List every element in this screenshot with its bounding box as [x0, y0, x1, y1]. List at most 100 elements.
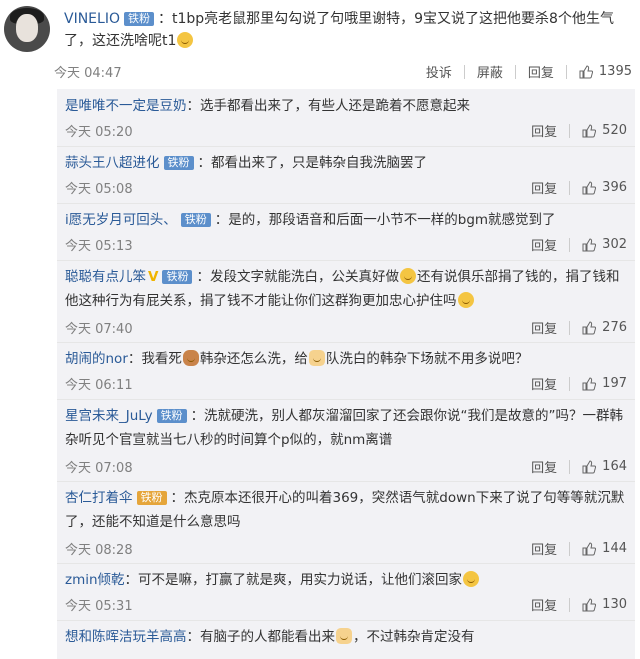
- reply-body: ：我看死: [127, 351, 182, 367]
- divider: [565, 64, 567, 79]
- reply-text: 想和陈晖洁玩羊高高：有脑子的人都能看出来 ，不过韩杂肯定没有: [65, 625, 627, 649]
- smile-emoji-icon: [177, 32, 194, 48]
- timestamp: 今天 08:28: [65, 543, 133, 558]
- like-count: 144: [602, 541, 627, 556]
- reply-body-cont: ，不过韩杂肯定没有: [353, 629, 475, 645]
- thumbs-up-icon[interactable]: [582, 459, 597, 474]
- thumbs-up-icon[interactable]: [582, 123, 597, 138]
- reply-button[interactable]: 回复: [531, 539, 557, 558]
- divider: [569, 541, 571, 556]
- divider: [569, 237, 571, 252]
- reply-actions: 回复 164: [531, 457, 627, 476]
- reply-meta: 今天 05:08 回复 396: [65, 178, 627, 198]
- fan-badge: 铁粉: [163, 156, 194, 170]
- username-link[interactable]: 星宫未来_JuLy: [65, 408, 153, 424]
- username-link[interactable]: i愿无岁月可回头、: [65, 212, 177, 228]
- reply-item: i愿无岁月可回头、 铁粉 ：是的，那段语音和后面一小节不一样的bgm就感觉到了 今天…: [57, 203, 635, 261]
- cat-emoji-icon: [308, 350, 325, 366]
- avatar-face: [16, 14, 38, 42]
- thumbs-up-icon[interactable]: [582, 320, 597, 335]
- thumbs-up-icon[interactable]: [582, 376, 597, 391]
- fan-badge: 铁粉: [162, 270, 193, 284]
- fan-badge: 铁粉: [180, 213, 211, 227]
- reply-text: 星宫未来_JuLy 铁粉 ：洗就硬洗，别人都灰溜溜回家了还会跟你说“我们是故意的”吗…: [65, 404, 627, 452]
- timestamp: 今天 05:20: [65, 125, 133, 140]
- fan-badge: 铁粉: [123, 12, 154, 26]
- reply-text: 胡闹的nor：我看死 韩杂还怎么洗，给 队洗白的韩杂下场就不用多说吧？: [65, 347, 627, 371]
- reply-button[interactable]: 回复: [531, 374, 557, 393]
- like-count: 197: [602, 376, 627, 391]
- reply-button[interactable]: 回复: [531, 178, 557, 197]
- like-count: 1395: [598, 64, 632, 79]
- reply-actions: 回复 197: [531, 374, 627, 393]
- thumbs-up-icon[interactable]: [582, 541, 597, 556]
- reply-button[interactable]: 回复: [531, 121, 557, 140]
- reply-meta: 今天 05:31 回复 130: [65, 595, 627, 615]
- reply-item: 胡闹的nor：我看死 韩杂还怎么洗，给 队洗白的韩杂下场就不用多说吧？ 今天 06:…: [57, 342, 635, 400]
- avatar[interactable]: [4, 6, 50, 52]
- username-link[interactable]: VINELIO: [64, 11, 120, 27]
- reply-meta: 今天 07:40 回复 276: [65, 318, 627, 338]
- reply-body: ：选手都看出来了，有些人还是跪着不愿意起来: [186, 98, 471, 114]
- reply-meta: 今天 05:13 回复 302: [65, 235, 627, 255]
- divider: [463, 64, 465, 79]
- divider: [569, 180, 571, 195]
- username-link[interactable]: 是唯唯不一定是豆奶: [65, 98, 187, 114]
- reply-item: 蒜头王八超进化 铁粉 ：都看出来了，只是韩杂自我洗脑罢了 今天 05:08 回复 3…: [57, 146, 635, 204]
- reply-meta: 今天 08:28 回复 144: [65, 539, 627, 559]
- reply-actions: 回复 276: [531, 318, 627, 337]
- reply-button[interactable]: 回复: [531, 235, 557, 254]
- reply-body-end: 队洗白的韩杂下场就不用多说吧？: [325, 351, 529, 367]
- username-link[interactable]: 胡闹的nor: [65, 351, 128, 367]
- reply-item: 想和陈晖洁玩羊高高：有脑子的人都能看出来 ，不过韩杂肯定没有: [57, 620, 635, 659]
- thumbs-up-icon[interactable]: [582, 180, 597, 195]
- timestamp: 今天 06:11: [65, 378, 133, 393]
- like-count: 396: [602, 180, 627, 195]
- timestamp: 今天 05:08: [65, 182, 133, 197]
- username-link[interactable]: zmin倾乾: [65, 572, 125, 588]
- reply-body: ：是的，那段语音和后面一小节不一样的bgm就感觉到了: [214, 212, 556, 228]
- divider: [569, 320, 571, 335]
- like-count: 276: [602, 320, 627, 335]
- timestamp: 今天 05:13: [65, 239, 133, 254]
- like-count: 130: [602, 597, 627, 612]
- reply-meta: 今天 06:11 回复 197: [65, 374, 627, 394]
- username-link[interactable]: 杏仁打着伞: [65, 490, 133, 506]
- username-link[interactable]: 想和陈晖洁玩羊高高: [65, 629, 187, 645]
- reply-button[interactable]: 回复: [528, 62, 554, 81]
- timestamp: 今天 04:47: [54, 66, 122, 81]
- divider: [569, 123, 571, 138]
- smile-emoji-icon: [463, 571, 480, 587]
- reply-item: 聪聪有点儿笨 V 铁粉 ：发段文字就能洗白，公关真好做 还有说俱乐部捐了钱的，捐了钱和他…: [57, 260, 635, 343]
- reply-item: 是唯唯不一定是豆奶：选手都看出来了，有些人还是跪着不愿意起来 今天 05:20 …: [57, 89, 635, 147]
- divider: [569, 376, 571, 391]
- reply-text: 聪聪有点儿笨 V 铁粉 ：发段文字就能洗白，公关真好做 还有说俱乐部捐了钱的，捐了钱和他…: [65, 265, 627, 313]
- reply-body: ：发段文字就能洗白，公关真好做: [196, 269, 399, 285]
- thumbs-up-icon[interactable]: [579, 64, 593, 79]
- block-button[interactable]: 屏蔽: [477, 62, 503, 81]
- like-count: 164: [602, 459, 627, 474]
- thumbs-up-icon[interactable]: [582, 597, 597, 612]
- reply-button[interactable]: 回复: [531, 457, 557, 476]
- timestamp: 今天 05:31: [65, 599, 133, 614]
- thumbs-up-icon[interactable]: [582, 237, 597, 252]
- reply-actions: 回复 144: [531, 539, 627, 558]
- username-link[interactable]: 聪聪有点儿笨: [65, 269, 146, 285]
- top-comment-meta: 今天 04:47 投诉 屏蔽 回复 1395: [52, 62, 632, 82]
- username-link[interactable]: 蒜头王八超进化: [65, 155, 160, 171]
- reply-text: 杏仁打着伞 铁粉 ：杰克原本还很开心的叫着369，突然语气就down下来了说了句等等…: [65, 486, 627, 534]
- top-comment-text: VINELIO 铁粉 ：t1bp亮老鼠那里勾勾说了句哦里谢特，9宝又说了这把他要杀8…: [64, 8, 636, 52]
- reply-body: ：都看出来了，只是韩杂自我洗脑罢了: [197, 155, 428, 171]
- reply-button[interactable]: 回复: [531, 318, 557, 337]
- divider: [569, 459, 571, 474]
- reply-item: 杏仁打着伞 铁粉 ：杰克原本还很开心的叫着369，突然语气就down下来了说了句等等…: [57, 481, 635, 564]
- reply-button[interactable]: 回复: [531, 595, 557, 614]
- reply-list: 是唯唯不一定是豆奶：选手都看出来了，有些人还是跪着不愿意起来 今天 05:20 …: [57, 89, 635, 659]
- like-count: 302: [602, 237, 627, 252]
- reply-meta: 今天 05:20 回复 520: [65, 121, 627, 141]
- report-button[interactable]: 投诉: [426, 62, 452, 81]
- reply-actions: 回复 130: [531, 595, 627, 614]
- reply-body-cont: 韩杂还怎么洗，给: [199, 351, 308, 367]
- reply-text: i愿无岁月可回头、 铁粉 ：是的，那段语音和后面一小节不一样的bgm就感觉到了: [65, 208, 627, 232]
- timestamp: 今天 07:40: [65, 322, 133, 337]
